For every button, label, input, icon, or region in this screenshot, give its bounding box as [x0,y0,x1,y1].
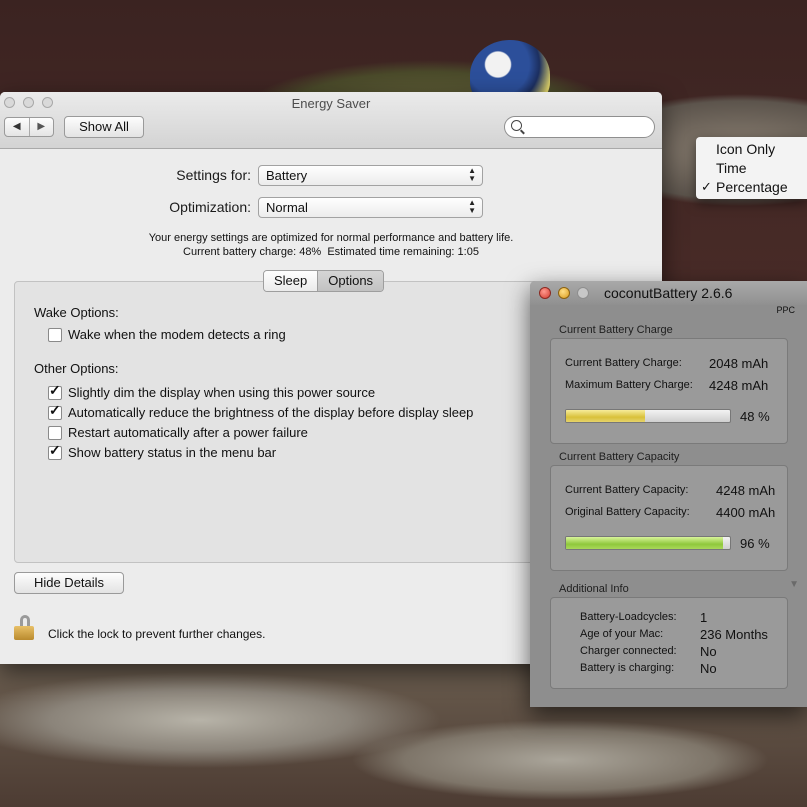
additional-info-group: Battery-Loadcycles: 1 Age of your Mac: 2… [550,597,788,689]
info-label: Battery-Loadcycles: [580,611,677,623]
settings-for-label: Settings for: [176,167,251,183]
energy-info-line-2: Current battery charge: 48% Estimated ti… [183,246,479,258]
capacity-percent: 96 % [740,536,770,551]
checkbox-restart-power-failure[interactable]: Restart automatically after a power fail… [48,425,308,440]
show-all-button[interactable]: Show All [64,116,144,138]
tab-sleep[interactable]: Sleep [264,271,318,291]
tab-control: Sleep Options [263,270,385,292]
checkbox-reduce-brightness[interactable]: Automatically reduce the brightness of t… [48,402,474,420]
popup-arrows-icon: ▲ ▼ [468,198,476,215]
checkbox-dim-display[interactable]: Slightly dim the display when using this… [48,382,376,400]
window-controls [539,287,589,299]
info-label: Charger connected: [580,645,677,657]
charge-percent: 48 % [740,409,770,424]
nav-back-forward: ◀ ▶ [4,117,54,137]
titlebar: Energy Saver ◀ ▶ Show All [0,92,662,149]
wake-options-label: Wake Options: [34,305,119,320]
optimization-label: Optimization: [169,199,251,215]
energy-info-line-1: Your energy settings are optimized for n… [148,232,514,244]
search-icon [511,120,522,131]
optimization-popup[interactable]: Normal ▲ ▼ [258,197,483,218]
checkbox-label: Slightly dim the display when using this… [68,385,376,400]
tab-options[interactable]: Options [317,271,384,291]
minimize-button[interactable] [558,287,570,299]
charge-group: Current Battery Charge: 2048 mAh Maximum… [550,338,788,444]
checkbox-box[interactable] [48,382,62,400]
optimization-value: Normal [266,200,308,215]
checkbox-label: Show battery status in the menu bar [68,445,277,460]
lock-body [14,626,34,640]
battery-menu: Icon Only Time ✓ Percentage [696,137,807,199]
window-title: coconutBattery 2.6.6 [604,285,733,301]
current-charge-label: Current Battery Charge: [565,357,682,369]
window-title: Energy Saver [291,96,371,111]
popup-arrows-icon: ▲ ▼ [468,166,476,183]
checkbox-show-battery-status[interactable]: Show battery status in the menu bar [48,442,277,460]
info-value: No [700,644,717,659]
titlebar: coconutBattery 2.6.6 [530,281,807,305]
checkbox-label: Restart automatically after a power fail… [68,425,308,440]
lock-text: Click the lock to prevent further change… [48,627,266,641]
capacity-progress-fill [566,537,724,549]
menu-item-label: Icon Only [716,141,776,157]
other-options-label: Other Options: [34,361,119,376]
checkbox-box[interactable] [48,327,62,342]
zoom-button[interactable] [577,287,589,299]
capacity-group-title: Current Battery Capacity [559,451,680,463]
checkmark-icon: ✓ [701,179,712,194]
max-charge-value: 4248 mAh [709,378,769,393]
menu-item-time[interactable]: Time [716,159,747,177]
original-capacity-value: 4400 mAh [716,505,776,520]
menu-item-label: Time [716,160,747,176]
additional-info-title: Additional Info [559,583,629,595]
checkbox-box[interactable] [48,442,62,460]
search-input[interactable] [504,116,655,138]
menu-item-label: Percentage [716,179,788,195]
info-label: Battery is charging: [580,662,675,674]
current-capacity-value: 4248 mAh [716,483,776,498]
charge-group-title: Current Battery Charge [559,324,673,336]
checkbox-label: Wake when the modem detects a ring [68,327,286,342]
menu-item-percentage[interactable]: ✓ Percentage [701,178,788,196]
capacity-group: Current Battery Capacity: 4248 mAh Origi… [550,465,788,571]
info-label: Age of your Mac: [580,628,664,640]
forward-icon[interactable]: ▶ [30,118,54,136]
coconutbattery-window: coconutBattery 2.6.6 PPC Current Battery… [530,281,807,707]
settings-for-value: Battery [266,168,308,183]
checkbox-wake-modem[interactable]: Wake when the modem detects a ring [48,327,286,342]
checkbox-label: Automatically reduce the brightness of t… [68,405,474,420]
checkbox-box[interactable] [48,402,62,420]
info-value: 1 [700,610,708,625]
capacity-progress-bar [565,536,731,550]
original-capacity-label: Original Battery Capacity: [565,506,690,518]
architecture-label: PPC [776,305,795,315]
hide-details-button[interactable]: Hide Details [14,572,124,594]
info-value: 236 Months [700,627,768,642]
charge-progress-bar [565,409,731,423]
max-charge-label: Maximum Battery Charge: [565,379,693,391]
current-capacity-label: Current Battery Capacity: [565,484,689,496]
back-icon[interactable]: ◀ [5,118,30,136]
lock-icon[interactable] [14,615,34,641]
current-charge-value: 2048 mAh [709,356,769,371]
info-value: No [700,661,717,676]
charge-progress-fill [566,410,645,422]
checkbox-box[interactable] [48,425,62,440]
menu-item-icon-only[interactable]: Icon Only [716,140,775,158]
close-button[interactable] [539,287,551,299]
settings-for-popup[interactable]: Battery ▲ ▼ [258,165,483,186]
disclosure-triangle-icon[interactable]: ▼ [789,579,799,590]
